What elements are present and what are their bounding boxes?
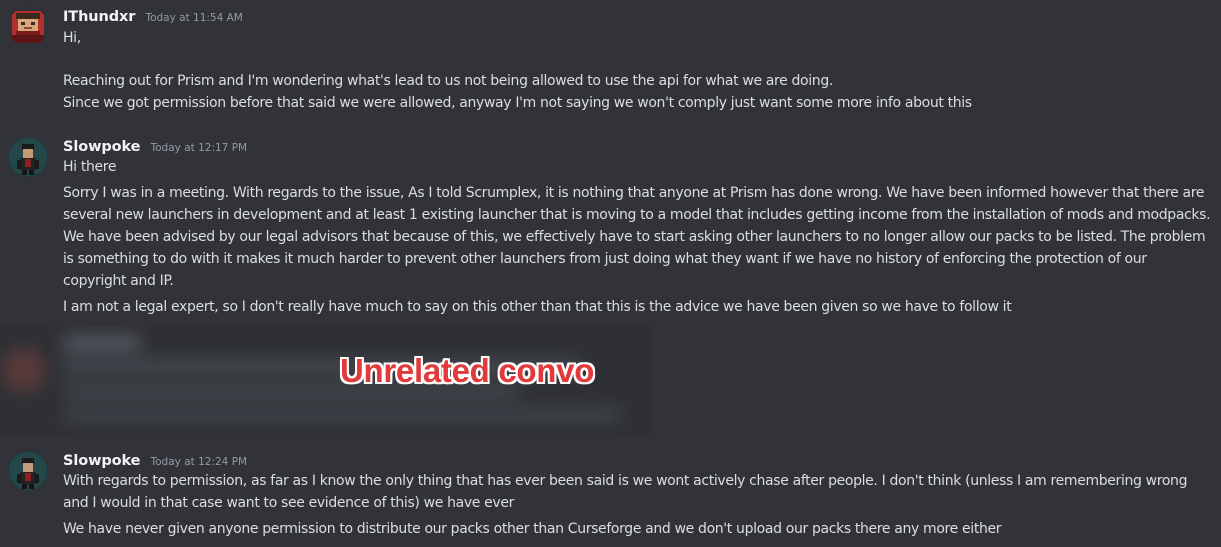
message-line: is something to do with it makes it much… <box>63 251 1147 267</box>
message-line: Reaching out for Prism and I'm wondering… <box>63 73 833 89</box>
message-timestamp[interactable]: Today at 12:17 PM <box>151 142 248 154</box>
message-line: Hi there <box>63 159 117 175</box>
message-line: With regards to permission, as far as I … <box>63 473 1188 489</box>
message-line: and I would in that case want to see evi… <box>63 495 514 511</box>
pixel-avatar-red-icon <box>8 7 48 47</box>
username[interactable]: Slowpoke <box>63 453 141 469</box>
user-avatar[interactable] <box>8 137 48 177</box>
character-avatar-dark-icon <box>8 137 48 177</box>
message-line: Since we got permission before that said… <box>63 95 972 111</box>
message-timestamp[interactable]: Today at 11:54 AM <box>145 12 242 24</box>
user-avatar[interactable] <box>8 7 48 47</box>
username[interactable]: Slowpoke <box>63 139 141 155</box>
message-line: copyright and IP. <box>63 273 174 289</box>
message-line: Sorry I was in a meeting. With regards t… <box>63 185 1205 201</box>
username[interactable]: IThundxr <box>63 9 135 25</box>
message-line: I am not a legal expert, so I don't real… <box>63 299 1012 315</box>
user-avatar[interactable] <box>8 451 48 491</box>
message-line: We have never given anyone permission to… <box>63 521 1002 537</box>
message-line: Hi, <box>63 30 81 46</box>
message-timestamp[interactable]: Today at 12:24 PM <box>151 456 248 468</box>
unrelated-convo-label: Unrelated convo <box>340 352 595 389</box>
message-line: several new launchers in development and… <box>63 207 1211 223</box>
character-avatar-dark-icon <box>8 451 48 491</box>
message-line: We have been advised by our legal adviso… <box>63 229 1206 245</box>
